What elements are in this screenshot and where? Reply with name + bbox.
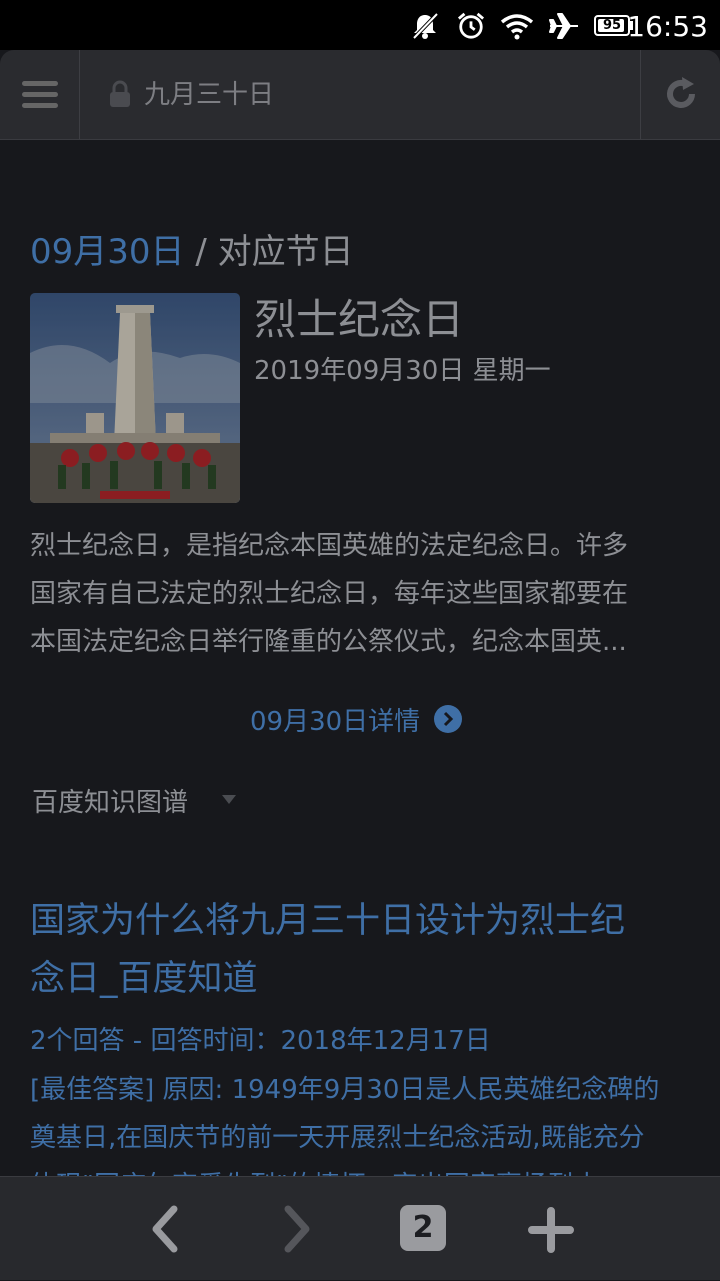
result-title-link[interactable]: 国家为什么将九月三十日设计为烈士纪 念日_百度知道 bbox=[30, 892, 690, 1008]
snippet-line: 体现"国庆勿忘爱先烈"的情怀，突出国家褒扬烈士 bbox=[30, 1162, 696, 1176]
reload-button[interactable] bbox=[640, 50, 720, 139]
battery-percent: 95 bbox=[602, 18, 622, 33]
snippet-line: [最佳答案] 原因: 1949年9月30日是人民英雄纪念碑的 bbox=[30, 1075, 660, 1105]
airplane-mode-icon bbox=[549, 13, 578, 39]
result-title-line: 念日_百度知道 bbox=[30, 959, 258, 999]
festival-header: 09月30日 / 对应节日 bbox=[30, 224, 354, 273]
forward-button[interactable] bbox=[242, 1177, 352, 1281]
url-bar: 九月三十日 bbox=[0, 50, 720, 140]
menu-icon bbox=[22, 81, 58, 86]
clock: 16:53 bbox=[627, 10, 708, 43]
menu-icon-bar bbox=[22, 103, 58, 108]
caret-down-icon[interactable] bbox=[222, 795, 236, 804]
description-line: 本国法定纪念日举行隆重的公祭仪式，纪念本国英... bbox=[30, 627, 627, 657]
tabs-icon: 2 bbox=[400, 1205, 446, 1251]
festival-full-date: 2019年09月30日 星期一 bbox=[254, 356, 551, 386]
festival-detail-link[interactable]: 09月30日详情 bbox=[250, 701, 420, 738]
result-meta: 2个回答 - 回答时间：2018年12月17日 bbox=[30, 1026, 491, 1056]
page-content: 09月30日 / 对应节日 烈士纪念日 2019年09月30日 星期一 烈士纪念… bbox=[0, 140, 720, 1176]
festival-label: 对应节日 bbox=[217, 232, 354, 272]
back-button[interactable] bbox=[110, 1177, 220, 1281]
knowledge-graph-source[interactable]: 百度知识图谱 bbox=[32, 782, 188, 819]
description-line: 国家有自己法定的烈士纪念日，每年这些国家都要在 bbox=[30, 579, 629, 609]
snippet-line: 奠基日,在国庆节的前一天开展烈士纪念活动,既能充分 bbox=[30, 1123, 645, 1153]
menu-icon-bar bbox=[22, 92, 58, 97]
alarm-icon bbox=[457, 12, 485, 39]
monument-photo bbox=[30, 293, 240, 503]
address-field[interactable]: 九月三十日 bbox=[144, 74, 274, 111]
notifications-muted-icon bbox=[412, 12, 439, 40]
new-tab-icon bbox=[528, 1207, 574, 1253]
forward-icon bbox=[284, 1205, 310, 1253]
lock-icon bbox=[110, 80, 130, 107]
battery-icon: 95 bbox=[594, 15, 630, 36]
header-separator: / bbox=[195, 232, 207, 272]
description-line: 烈士纪念日，是指纪念本国英雄的法定纪念日。许多 bbox=[30, 531, 629, 561]
festival-title: 烈士纪念日 bbox=[254, 295, 465, 344]
chevron-right-icon[interactable] bbox=[434, 705, 462, 733]
new-tab-button[interactable] bbox=[496, 1177, 606, 1281]
festival-description: 烈士纪念日，是指纪念本国英雄的法定纪念日。许多 国家有自己法定的烈士纪念日，每年… bbox=[30, 522, 690, 666]
tabs-button[interactable]: 2 bbox=[384, 1177, 494, 1281]
status-bar: 95 16:53 bbox=[0, 0, 720, 50]
menu-button[interactable] bbox=[0, 50, 80, 139]
result-snippet[interactable]: [最佳答案] 原因: 1949年9月30日是人民英雄纪念碑的 奠基日,在国庆节的… bbox=[30, 1066, 696, 1176]
back-icon bbox=[152, 1205, 178, 1253]
festival-image[interactable] bbox=[30, 293, 240, 503]
festival-date[interactable]: 09月30日 bbox=[30, 232, 185, 272]
wifi-icon bbox=[500, 14, 534, 40]
result-title-line: 国家为什么将九月三十日设计为烈士纪 bbox=[30, 901, 626, 941]
reload-icon bbox=[667, 77, 695, 108]
bottom-toolbar: 2 bbox=[0, 1176, 720, 1280]
